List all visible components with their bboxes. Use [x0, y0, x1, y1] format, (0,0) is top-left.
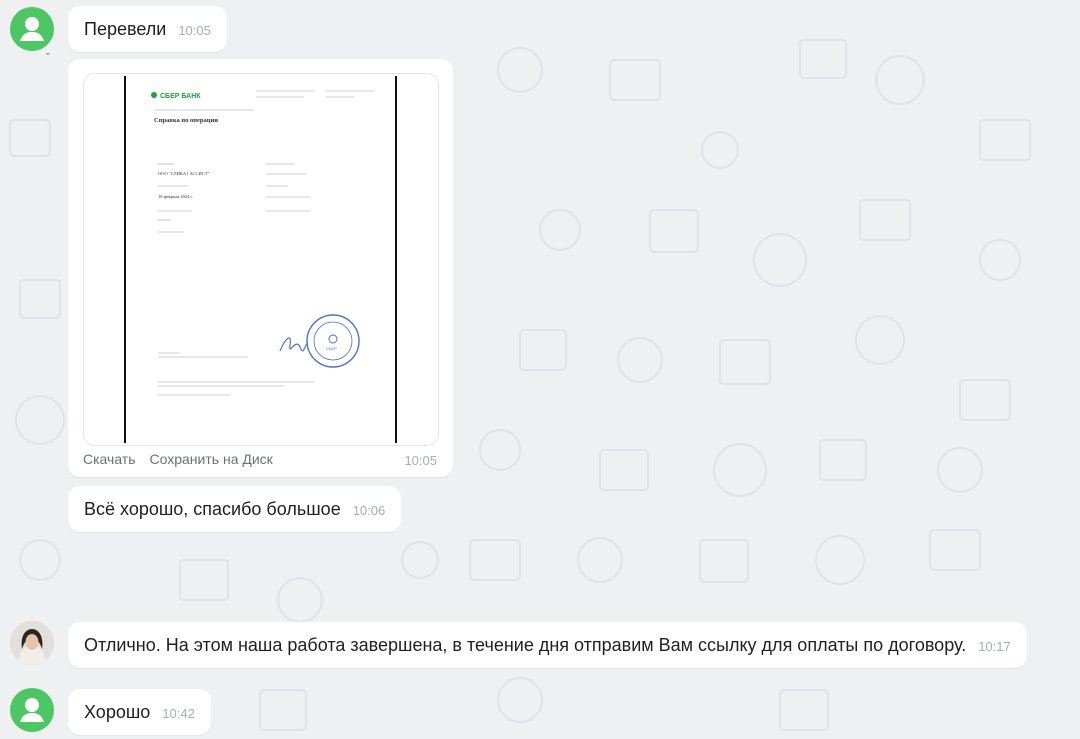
file-message-bubble[interactable]: СБЕР БАНК Справка по операции ООО "СЛИКА… [68, 59, 453, 477]
document-preview[interactable]: СБЕР БАНК Справка по операции ООО "СЛИКА… [83, 73, 439, 446]
message-bubble[interactable]: Отлично. На этом наша работа завершена, … [68, 622, 1027, 668]
save-to-disk-link[interactable]: Сохранить на Диск [150, 451, 273, 467]
message-time: 10:17 [978, 639, 1011, 654]
message-text: Всё хорошо, спасибо большое [84, 499, 341, 519]
operator-avatar[interactable] [10, 621, 54, 665]
bank-name: СБЕР БАНК [160, 93, 201, 100]
document-company: ООО "СЛИКА1 АССИСТ" [158, 171, 210, 176]
operator-photo [10, 621, 54, 665]
document-date: 16 февраля 2024 г. [158, 194, 193, 199]
file-actions: Скачать Сохранить на Диск [83, 451, 273, 467]
message-time: 10:05 [178, 23, 211, 38]
message-time: 10:42 [162, 706, 195, 721]
document-title: Справка по операции [154, 117, 218, 124]
user-silhouette-icon [20, 17, 44, 41]
message-time: 10:06 [352, 503, 386, 518]
message-text: Хорошо [84, 702, 151, 722]
sber-logo-icon [151, 92, 157, 98]
seal-text: СБЕР [326, 346, 337, 351]
sender-avatar[interactable] [10, 7, 54, 51]
bank-seal [306, 314, 360, 368]
read-mark: ˇ [46, 52, 50, 64]
signature [279, 337, 309, 352]
message-bubble[interactable]: Хорошо 10:42 [68, 689, 211, 735]
download-link[interactable]: Скачать [83, 451, 136, 467]
message-time: 10:05 [404, 453, 437, 468]
message-bubble[interactable]: Всё хорошо, спасибо большое 10:06 [68, 486, 402, 532]
message-text: Перевели [84, 19, 167, 39]
sender-avatar[interactable] [10, 688, 54, 732]
user-silhouette-icon [20, 698, 44, 722]
document-page: СБЕР БАНК Справка по операции ООО "СЛИКА… [124, 76, 397, 443]
message-bubble[interactable]: Перевели 10:05 [68, 6, 227, 52]
message-text: Отлично. На этом наша работа завершена, … [84, 635, 967, 655]
